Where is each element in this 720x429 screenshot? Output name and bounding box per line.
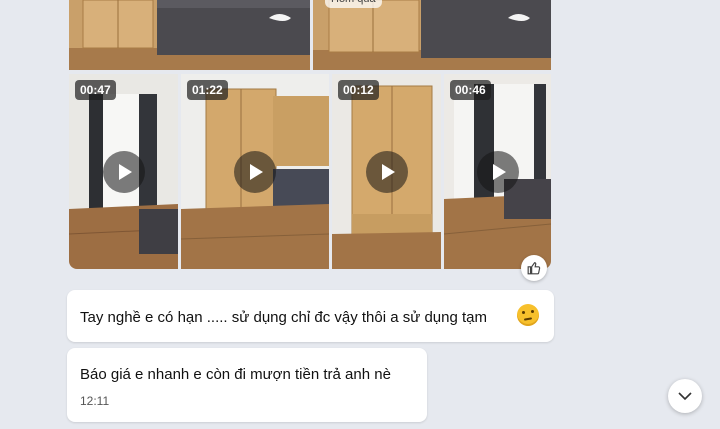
scroll-to-bottom-button[interactable] — [668, 379, 702, 413]
video-thumbnail-2[interactable]: 01:22 — [181, 74, 329, 269]
video-thumbnail-4[interactable]: 00:46 — [444, 74, 551, 269]
photo-bedroom-1[interactable] — [69, 0, 310, 70]
photo-bedroom-2[interactable] — [313, 0, 551, 70]
video-duration: 00:46 — [450, 80, 491, 100]
video-thumbnail-1[interactable]: 00:47 — [69, 74, 178, 269]
chevron-down-icon — [678, 392, 692, 401]
play-icon[interactable] — [102, 150, 145, 193]
message-bubble[interactable]: Tay nghề e có hạn ..... sử dụng chỉ đc v… — [67, 290, 554, 342]
play-icon[interactable] — [365, 150, 408, 193]
video-duration: 01:22 — [187, 80, 228, 100]
play-icon[interactable] — [234, 150, 276, 193]
thumbs-up-icon[interactable] — [521, 255, 547, 281]
message-text: Báo giá e nhanh e còn đi mượn tiền trả a… — [80, 366, 391, 383]
message-text: Tay nghề e có hạn ..... sử dụng chỉ đc v… — [80, 309, 487, 326]
video-duration: 00:47 — [75, 80, 116, 100]
thinking-face-emoji — [517, 304, 539, 326]
play-icon[interactable] — [476, 150, 519, 193]
date-separator: Hôm qua — [325, 0, 382, 8]
message-timestamp: 12:11 — [80, 394, 110, 408]
video-thumbnail-3[interactable]: 00:12 — [332, 74, 441, 269]
video-duration: 00:12 — [338, 80, 379, 100]
message-bubble[interactable]: Báo giá e nhanh e còn đi mượn tiền trả a… — [67, 348, 427, 422]
